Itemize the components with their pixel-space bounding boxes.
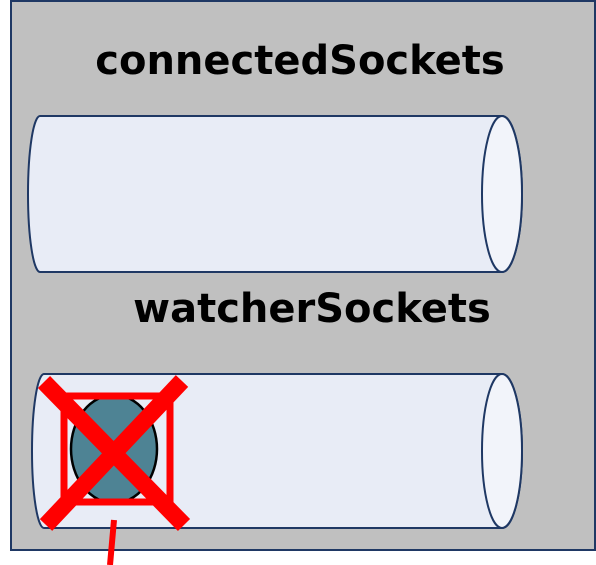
watcher-sockets-label: watcherSockets [133, 286, 491, 332]
queue-end-cap [481, 373, 523, 529]
connected-sockets-queue [27, 115, 523, 273]
connected-sockets-label: connectedSockets [95, 38, 504, 84]
connector-line [107, 519, 117, 565]
queue-body [27, 115, 523, 273]
diagram-canvas: connectedSockets watcherSockets [10, 0, 596, 565]
queue-end-cap [481, 115, 523, 273]
